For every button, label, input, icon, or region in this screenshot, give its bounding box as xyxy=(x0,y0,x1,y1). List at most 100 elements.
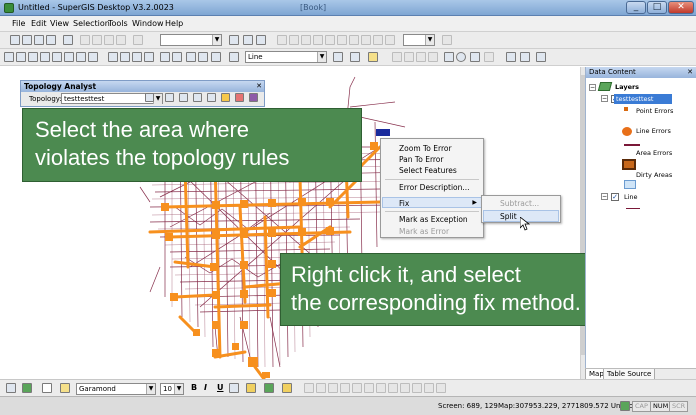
zoom-combo[interactable]: ▼ xyxy=(403,34,435,46)
tool-a-icon[interactable] xyxy=(277,35,287,45)
add-data-icon[interactable] xyxy=(229,35,239,45)
validate-selection-icon[interactable] xyxy=(207,93,216,102)
tool-f-icon[interactable] xyxy=(337,35,347,45)
tool-j-icon[interactable] xyxy=(385,35,395,45)
menu-edit[interactable]: Edit xyxy=(31,19,47,28)
tool-u-icon[interactable] xyxy=(412,383,422,393)
maximize-button[interactable]: □ xyxy=(647,1,667,14)
error-inspector-icon[interactable] xyxy=(235,93,244,102)
tool-t-icon[interactable] xyxy=(400,383,410,393)
rectangle-draw-icon[interactable] xyxy=(22,383,32,393)
redo-icon[interactable] xyxy=(133,35,143,45)
full-extent-icon[interactable] xyxy=(64,52,74,62)
fixed-zoom-out-icon[interactable] xyxy=(40,52,50,62)
menu-item-select-features[interactable]: Select Features xyxy=(399,166,457,175)
snap-icon[interactable] xyxy=(198,52,208,62)
align-icon[interactable] xyxy=(229,383,239,393)
zoom-in-icon[interactable] xyxy=(4,52,14,62)
data-content-title[interactable]: Data Content xyxy=(586,67,696,78)
pencil-icon[interactable] xyxy=(350,52,360,62)
validate-icon[interactable] xyxy=(520,52,530,62)
menu-view[interactable]: View xyxy=(50,19,69,28)
attributes-icon[interactable] xyxy=(211,52,221,62)
underline-button[interactable]: U xyxy=(217,383,224,392)
menu-tools[interactable]: Tools xyxy=(108,19,128,28)
identify-icon[interactable] xyxy=(243,35,253,45)
copy-icon[interactable] xyxy=(92,35,102,45)
forward-icon[interactable] xyxy=(88,52,98,62)
menu-item-fix-highlight[interactable] xyxy=(382,197,482,208)
scale-combo[interactable]: ▼ xyxy=(160,34,222,46)
close-icon[interactable]: ✕ xyxy=(687,67,693,78)
tool-d-icon[interactable] xyxy=(313,35,323,45)
select-element-icon[interactable] xyxy=(6,383,16,393)
collapse-icon[interactable]: − xyxy=(601,95,608,102)
menu-item-error-description[interactable]: Error Description... xyxy=(399,183,470,192)
tool-v-icon[interactable] xyxy=(424,383,434,393)
tool-w-icon[interactable] xyxy=(436,383,446,393)
rotate-tool-icon[interactable] xyxy=(404,52,414,62)
sketch-tool-icon[interactable] xyxy=(368,52,378,62)
layers-root-label[interactable]: Layers xyxy=(615,83,639,91)
vertex-icon[interactable] xyxy=(186,52,196,62)
tool-s-icon[interactable] xyxy=(388,383,398,393)
reshape-tool-icon[interactable] xyxy=(428,52,438,62)
topology-icon[interactable] xyxy=(506,52,516,62)
new-icon[interactable] xyxy=(10,35,20,45)
scale-tool-icon[interactable] xyxy=(416,52,426,62)
minimize-button[interactable]: _ xyxy=(626,1,646,14)
back-icon[interactable] xyxy=(76,52,86,62)
topology-layer-label[interactable]: testtesttest xyxy=(616,95,653,103)
font-color-icon[interactable] xyxy=(282,383,292,393)
menu-item-mark-as-exception[interactable]: Mark as Exception xyxy=(399,215,468,224)
tool-n-icon[interactable] xyxy=(328,383,338,393)
help-icon[interactable] xyxy=(256,35,266,45)
tool-h-icon[interactable] xyxy=(361,35,371,45)
polygon-icon[interactable] xyxy=(470,52,480,62)
save-icon[interactable] xyxy=(34,35,44,45)
line-layer-label[interactable]: Line xyxy=(624,193,638,201)
tool-l-icon[interactable] xyxy=(304,383,314,393)
tool-k-icon[interactable] xyxy=(442,35,452,45)
edit-arrow-icon[interactable] xyxy=(333,52,343,62)
measure-icon[interactable] xyxy=(132,52,142,62)
cut-icon[interactable] xyxy=(80,35,90,45)
editor-icon[interactable] xyxy=(229,52,239,62)
menu-item-fix[interactable]: Fix xyxy=(399,199,409,208)
line-color-icon[interactable] xyxy=(264,383,274,393)
collapse-icon[interactable]: − xyxy=(601,193,608,200)
line-tool-icon[interactable] xyxy=(484,52,494,62)
menu-window[interactable]: Window xyxy=(132,19,164,28)
tool-e-icon[interactable] xyxy=(325,35,335,45)
rectangle-icon[interactable] xyxy=(444,52,454,62)
menu-item-zoom-to-error[interactable]: Zoom To Error xyxy=(399,144,452,153)
topology-properties-icon[interactable] xyxy=(249,93,258,102)
fix-tool-icon[interactable] xyxy=(221,93,230,102)
menu-help[interactable]: Help xyxy=(165,19,183,28)
collapse-icon[interactable]: − xyxy=(589,84,596,91)
text-tool-icon[interactable] xyxy=(42,383,52,393)
menu-item-pan-to-error[interactable]: Pan To Error xyxy=(399,155,443,164)
menu-selection[interactable]: Selection xyxy=(73,19,110,28)
tool-i-icon[interactable] xyxy=(373,35,383,45)
tool-q-icon[interactable] xyxy=(364,383,374,393)
menu-file[interactable]: File xyxy=(12,19,25,28)
circle-icon[interactable] xyxy=(456,52,466,62)
validate-extent-icon[interactable] xyxy=(179,93,188,102)
validate-all-icon[interactable] xyxy=(193,93,202,102)
tool-c-icon[interactable] xyxy=(301,35,311,45)
submenu-item-subtract[interactable]: Subtract... xyxy=(500,199,539,208)
undo-icon[interactable] xyxy=(63,35,73,45)
topology-tool-a-icon[interactable] xyxy=(145,93,154,102)
tool-m-icon[interactable] xyxy=(316,383,326,393)
delete-icon[interactable] xyxy=(116,35,126,45)
topology-tool-b-icon[interactable] xyxy=(165,93,174,102)
tool-b-icon[interactable] xyxy=(289,35,299,45)
info-icon[interactable] xyxy=(108,52,118,62)
menu-item-mark-as-error[interactable]: Mark as Error xyxy=(399,227,449,236)
topology-analyst-title[interactable]: Topology Analyst xyxy=(21,81,264,92)
italic-button[interactable]: I xyxy=(204,383,207,392)
font-size-combo[interactable]: 10 ▼ xyxy=(160,383,184,395)
line-layer-checkbox[interactable]: ✓ xyxy=(611,193,619,201)
select-icon[interactable] xyxy=(120,52,130,62)
